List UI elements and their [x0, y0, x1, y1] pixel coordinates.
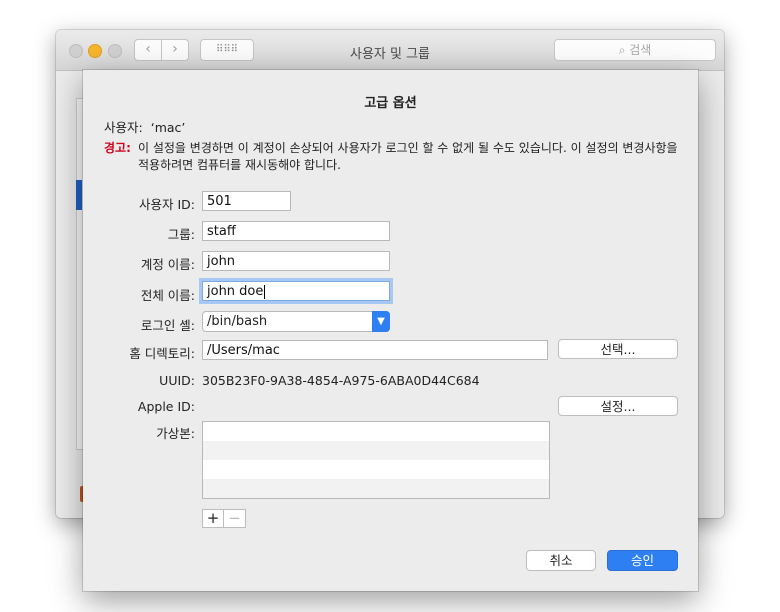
warning-label: 경고:: [104, 141, 131, 155]
advanced-options-sheet: 고급 옵션 사용자: ‘mac’ 경고: 이 설정을 변경하면 이 계정이 손상되…: [83, 70, 698, 591]
aliases-list[interactable]: [202, 421, 550, 499]
login-shell-popup[interactable]: /bin/bash ▼: [202, 311, 390, 332]
window-titlebar: ‹ › ⠿⠿⠿ 사용자 및 그룹 ⌕ 검색: [56, 30, 724, 71]
apple-id-set-button[interactable]: 설정...: [558, 396, 678, 416]
login-shell-label: 로그인 셸:: [140, 318, 195, 333]
cancel-button[interactable]: 취소: [526, 550, 596, 571]
account-name-field[interactable]: john: [202, 251, 390, 271]
list-item[interactable]: [203, 441, 549, 460]
full-name-field[interactable]: john doe: [202, 281, 390, 301]
add-alias-button[interactable]: +: [202, 509, 224, 528]
uuid-label: UUID:: [159, 373, 195, 388]
group-field[interactable]: staff: [202, 221, 390, 241]
group-label: 그룹:: [167, 227, 195, 242]
aliases-label: 가상본:: [156, 426, 195, 441]
choose-home-button[interactable]: 선택...: [558, 339, 678, 359]
ok-button[interactable]: 승인: [607, 550, 678, 571]
list-item[interactable]: [203, 479, 549, 498]
text-cursor: [264, 284, 266, 299]
list-item[interactable]: [203, 422, 549, 441]
chevron-down-icon: ▼: [372, 311, 390, 332]
warning-message: 경고: 이 설정을 변경하면 이 계정이 손상되어 사용자가 로그인 할 수 없…: [104, 140, 684, 174]
apple-id-label: Apple ID:: [137, 399, 195, 414]
user-id-label: 사용자 ID:: [139, 197, 195, 212]
selected-user-row: [76, 180, 82, 210]
home-directory-label: 홈 디렉토리:: [129, 346, 195, 361]
user-id-field[interactable]: 501: [202, 191, 291, 211]
sheet-title: 고급 옵션: [364, 96, 417, 111]
uuid-value[interactable]: 305B23F0-9A38-4854-A975-6ABA0D44C684: [202, 373, 480, 388]
full-name-label: 전체 이름:: [140, 288, 195, 303]
account-name-label: 계정 이름:: [140, 257, 195, 272]
full-name-value: john doe: [207, 284, 264, 299]
user-line: 사용자: ‘mac’: [104, 117, 185, 136]
list-item[interactable]: [203, 460, 549, 479]
search-field[interactable]: ⌕ 검색: [554, 39, 716, 61]
home-directory-field[interactable]: /Users/mac: [202, 340, 548, 360]
remove-alias-button[interactable]: −: [224, 509, 246, 528]
login-shell-value: /bin/bash: [207, 314, 268, 329]
user-value: ‘mac’: [150, 120, 186, 135]
user-label: 사용자:: [104, 120, 143, 135]
warning-text: 이 설정을 변경하면 이 계정이 손상되어 사용자가 로그인 할 수 없게 될 …: [138, 141, 678, 172]
